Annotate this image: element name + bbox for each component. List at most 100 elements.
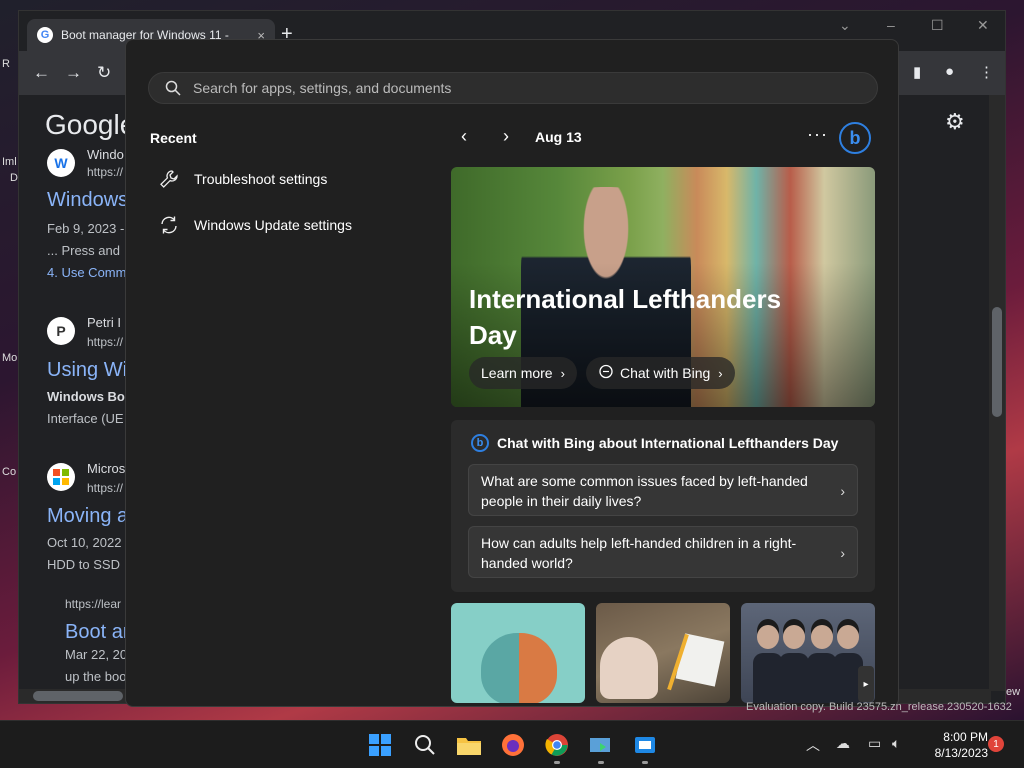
chat-with-bing-button[interactable]: Chat with Bing › [586, 357, 735, 389]
result-title[interactable]: Moving a [47, 505, 128, 528]
search-flyout: Recent Troubleshoot settings Windows Upd… [125, 39, 899, 707]
learn-more-label: Learn more [481, 365, 553, 381]
highlight-date: Aug 13 [535, 129, 582, 145]
chevron-right-icon[interactable]: › [503, 126, 509, 147]
search-input[interactable] [193, 80, 853, 96]
search-box[interactable] [148, 72, 878, 104]
result-site: Micros [87, 461, 126, 476]
result-favicon-icon: P [47, 317, 75, 345]
taskbar: ︿ ☁ ▭ 🔈︎ 8:00 PM 8/13/2023 1 [0, 720, 1024, 768]
carousel-next-icon[interactable]: ▸ [858, 666, 874, 702]
result-snippet: HDD to SSD [47, 557, 120, 572]
chat-with-bing-label: Chat with Bing [620, 365, 711, 381]
result-snippet: Mar 22, 20 [65, 647, 128, 662]
result-title[interactable]: Windows [47, 189, 128, 212]
result-snippet: Windows Bo [47, 389, 125, 404]
desktop-edge-label: ew [1006, 686, 1021, 698]
scroll-thumb[interactable] [33, 691, 123, 701]
network-app-icon[interactable] [587, 731, 615, 759]
chevron-right-icon: › [718, 365, 723, 381]
minimize-icon[interactable]: – [887, 17, 895, 33]
firefox-icon[interactable] [499, 731, 527, 759]
result-link[interactable]: 4. Use Comm [47, 265, 126, 280]
chat-icon [598, 364, 614, 383]
microsoft-logo-icon [47, 463, 75, 491]
result-favicon-icon: W [47, 149, 75, 177]
bing-card-heading: b Chat with Bing about International Lef… [471, 434, 838, 452]
network-icon[interactable]: ▭ [868, 735, 881, 752]
result-url: https:// [87, 481, 124, 495]
recent-item-label: Troubleshoot settings [194, 171, 328, 187]
thumbnail-band[interactable] [741, 603, 875, 703]
hero-card[interactable]: International Lefthanders Day Learn more… [451, 167, 875, 407]
recent-item-troubleshoot[interactable]: Troubleshoot settings [150, 161, 430, 197]
scroll-thumb[interactable] [992, 307, 1002, 417]
result-title[interactable]: Boot ar [65, 621, 129, 644]
bing-question[interactable]: How can adults help left-handed children… [468, 526, 858, 578]
desktop-icon-label[interactable]: Co [2, 466, 16, 478]
menu-dots-icon[interactable]: ⋮ [979, 63, 994, 81]
close-window-icon[interactable]: ✕ [977, 17, 989, 34]
result-snippet: up the boo [65, 669, 127, 684]
chevron-right-icon: › [560, 365, 565, 381]
bing-question[interactable]: What are some common issues faced by lef… [468, 464, 858, 516]
chevron-left-icon[interactable]: ‹ [461, 126, 467, 147]
result-url: https://lear [65, 597, 122, 611]
cloud-icon[interactable]: ☁ [836, 735, 850, 752]
result-snippet: Feb 9, 2023 - [47, 221, 125, 236]
thumbnail-left-hand[interactable] [596, 603, 730, 703]
sidepanel-icon[interactable]: ▮ [913, 63, 921, 81]
profile-icon[interactable]: ● [945, 63, 954, 80]
vertical-scrollbar[interactable] [989, 95, 1005, 691]
recent-item-label: Windows Update settings [194, 217, 352, 233]
clock[interactable]: 8:00 PM 8/13/2023 [922, 729, 988, 761]
recent-heading: Recent [150, 130, 197, 146]
learn-more-button[interactable]: Learn more › [469, 357, 577, 389]
result-snippet: Oct 10, 2022 [47, 535, 122, 550]
result-url: https:// [87, 165, 124, 179]
chrome-icon[interactable] [543, 731, 571, 759]
gear-icon[interactable]: ⚙ [945, 109, 965, 135]
evaluation-watermark: Evaluation copy. Build 23575.zn_release.… [746, 701, 1012, 713]
bing-icon: b [471, 434, 489, 452]
result-snippet: Interface (UE [47, 411, 124, 426]
desktop-icon-label[interactable]: D [10, 172, 18, 184]
google-favicon-icon: G [37, 27, 53, 43]
more-options-icon[interactable]: ··· [807, 124, 828, 145]
result-snippet: ... Press and [47, 243, 120, 258]
chevron-right-icon: › [840, 483, 845, 499]
clock-date: 8/13/2023 [934, 746, 988, 760]
maximize-icon[interactable]: ☐ [931, 17, 944, 34]
forward-icon[interactable]: → [65, 63, 82, 83]
bing-question-text: How can adults help left-handed children… [481, 535, 797, 571]
result-site: Windo [87, 147, 124, 162]
result-title[interactable]: Using Wi [47, 359, 127, 382]
store-app-icon[interactable] [631, 731, 659, 759]
notification-badge[interactable]: 1 [988, 736, 1004, 752]
bing-chat-card: b Chat with Bing about International Lef… [451, 420, 875, 592]
wrench-icon [158, 168, 180, 190]
chevron-up-icon[interactable]: ︿ [806, 735, 820, 755]
bing-icon[interactable]: b [839, 122, 871, 154]
highlights-header: ‹ › Aug 13 ··· b [451, 122, 875, 154]
sync-icon [158, 214, 180, 236]
reload-icon[interactable]: ↻ [97, 63, 111, 83]
file-explorer-icon[interactable] [455, 731, 483, 759]
search-icon [165, 80, 181, 96]
chevron-down-icon[interactable]: ⌄ [839, 17, 851, 34]
desktop-icon-label[interactable]: R [2, 58, 10, 70]
bing-card-title: Chat with Bing about International Lefth… [497, 435, 839, 451]
hero-title: International Lefthanders Day [469, 284, 782, 350]
desktop-icon-label[interactable]: Iml [2, 156, 17, 168]
search-icon[interactable] [411, 731, 439, 759]
windows-start-icon[interactable] [366, 731, 394, 759]
result-url: https:// [87, 335, 124, 349]
volume-icon[interactable]: 🔈︎ [892, 735, 900, 752]
bing-question-text: What are some common issues faced by lef… [481, 473, 808, 509]
thumbnail-brain[interactable] [451, 603, 585, 703]
result-site: Petri I [87, 315, 121, 330]
recent-item-windows-update[interactable]: Windows Update settings [150, 207, 430, 243]
desktop-icon-label[interactable]: Mo [2, 352, 17, 364]
back-icon[interactable]: ← [33, 63, 50, 83]
google-logo[interactable]: Google [45, 109, 135, 141]
